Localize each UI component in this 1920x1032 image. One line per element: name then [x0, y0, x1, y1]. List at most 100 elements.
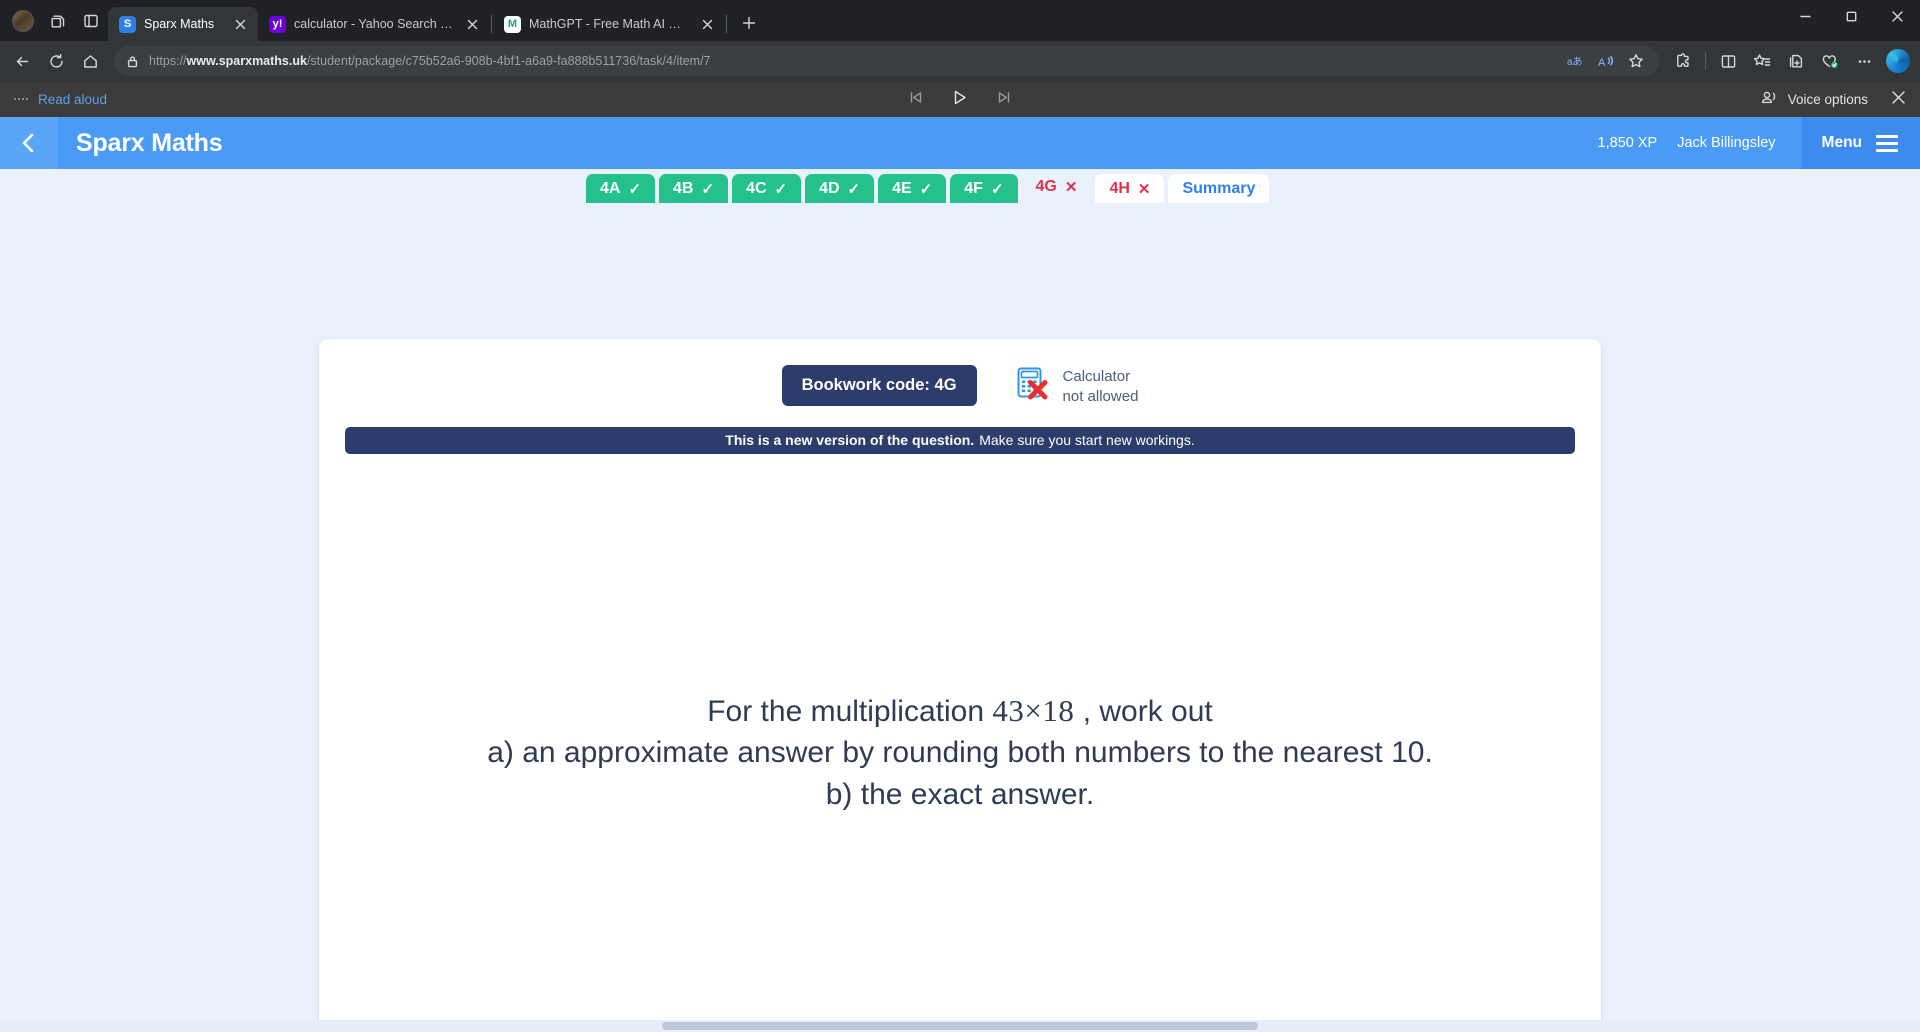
address-bar[interactable]: https://www.sparxmaths.uk/student/packag… — [114, 46, 1659, 76]
app-header: Sparx Maths 1,850 XP Jack Billingsley Me… — [0, 117, 1920, 169]
home-icon[interactable] — [74, 45, 106, 77]
close-icon[interactable] — [1874, 0, 1920, 32]
lock-icon — [127, 55, 138, 67]
close-icon[interactable] — [462, 14, 482, 34]
url-scheme: https:// — [149, 54, 187, 68]
page-title: Sparx Maths — [76, 128, 223, 157]
xp-counter: 1,850 XP — [1597, 135, 1658, 151]
check-icon: ✓ — [774, 180, 788, 198]
toolbar-separator — [1705, 52, 1706, 70]
cross-icon: ✕ — [1064, 178, 1078, 196]
calculator-line1: Calculator — [1062, 368, 1131, 385]
svg-text:A: A — [1598, 57, 1606, 69]
vertical-tabs-icon[interactable] — [74, 4, 108, 38]
settings-more-icon[interactable] — [1848, 45, 1880, 77]
refresh-icon[interactable] — [40, 45, 72, 77]
tab-4e[interactable]: 4E ✓ — [878, 174, 947, 203]
maximize-icon[interactable] — [1828, 0, 1874, 32]
media-controls — [908, 89, 1013, 109]
profile-avatar-button[interactable] — [6, 4, 40, 38]
next-track-icon[interactable] — [996, 90, 1013, 108]
sparx-icon: S — [119, 15, 136, 33]
tab-label: Summary — [1182, 179, 1256, 197]
check-icon: ✓ — [701, 180, 715, 198]
sparx-maths-app: Sparx Maths 1,850 XP Jack Billingsley Me… — [0, 117, 1920, 1032]
browser-tab[interactable]: S Sparx Maths — [108, 7, 258, 41]
check-icon: ✓ — [628, 180, 642, 198]
read-aloud-label: Read aloud — [38, 91, 108, 107]
collections-icon[interactable] — [1780, 45, 1812, 77]
scrollbar-thumb[interactable] — [662, 1022, 1258, 1030]
question-body: For the multiplication 43×18 , work out … — [319, 454, 1601, 1032]
tab-title: MathGPT - Free Math AI Solver | M — [529, 17, 689, 31]
question-line1-before: For the multiplication — [707, 694, 985, 728]
translate-icon[interactable]: aあ — [1563, 48, 1589, 74]
favorites-icon[interactable] — [1746, 45, 1778, 77]
back-arrow-icon[interactable] — [6, 45, 38, 77]
tab-actions-icon[interactable] — [40, 4, 74, 38]
tab-label: 4C — [746, 179, 767, 197]
calculator-status: Calculator not allowed — [1017, 365, 1139, 407]
tab-label: 4F — [964, 179, 983, 197]
close-icon[interactable] — [697, 14, 717, 34]
banner-bold-text: This is a new version of the question. — [725, 432, 975, 449]
tab-4g[interactable]: 4G ✕ — [1021, 170, 1092, 203]
question-card: Bookwork code: 4G Calculator not allowed… — [319, 339, 1601, 1032]
new-tab-button[interactable] — [734, 8, 764, 38]
avatar — [12, 10, 34, 32]
star-icon[interactable] — [1623, 48, 1649, 74]
tab-label: 4B — [673, 179, 694, 197]
tab-title: calculator - Yahoo Search Results — [294, 17, 454, 31]
drag-handle-icon[interactable] — [14, 98, 28, 100]
user-name[interactable]: Jack Billingsley — [1677, 135, 1775, 151]
minimize-icon[interactable] — [1782, 0, 1828, 32]
tab-label: 4H — [1109, 179, 1130, 197]
check-icon: ✓ — [847, 180, 861, 198]
browser-essentials-icon[interactable] — [1814, 45, 1846, 77]
url-path: /student/package/c75b52a6-908b-4bf1-a6a9… — [306, 54, 711, 68]
close-icon[interactable] — [230, 14, 250, 34]
window-controls — [1782, 0, 1920, 41]
close-icon[interactable] — [1891, 90, 1906, 108]
browser-tab[interactable]: y! calculator - Yahoo Search Results — [258, 7, 490, 41]
url-domain: www.sparxmaths.uk — [186, 54, 307, 68]
horizontal-scrollbar[interactable] — [0, 1020, 1920, 1032]
play-icon[interactable] — [951, 89, 970, 109]
previous-track-icon[interactable] — [908, 90, 925, 108]
copilot-icon[interactable] — [1882, 45, 1914, 77]
read-aloud-icon[interactable]: A — [1593, 48, 1619, 74]
banner-rest-text: Make sure you start new workings. — [979, 432, 1195, 449]
tab-4d[interactable]: 4D ✓ — [805, 174, 875, 203]
voice-icon[interactable] — [1760, 89, 1779, 109]
tab-4a[interactable]: 4A ✓ — [586, 174, 656, 203]
header-right: 1,850 XP Jack Billingsley Menu — [1598, 117, 1920, 169]
menu-button[interactable]: Menu — [1801, 117, 1920, 169]
read-aloud-bar: Read aloud Voice options — [0, 81, 1920, 117]
url-text: https://www.sparxmaths.uk/student/packag… — [149, 54, 1563, 68]
voice-options-label[interactable]: Voice options — [1788, 92, 1868, 107]
tab-4f[interactable]: 4F ✓ — [950, 174, 1018, 203]
question-text: For the multiplication 43×18 , work out … — [487, 690, 1433, 816]
tab-4h[interactable]: 4H ✕ — [1095, 174, 1165, 203]
calculator-not-allowed-icon — [1017, 367, 1048, 400]
bookwork-code-badge: Bookwork code: 4G — [781, 365, 977, 406]
svg-text:aあ: aあ — [1567, 56, 1583, 68]
calculator-text: Calculator not allowed — [1063, 367, 1139, 407]
read-aloud-actions: Voice options — [1760, 89, 1906, 109]
tab-summary[interactable]: Summary — [1168, 174, 1270, 203]
browser-tab[interactable]: M MathGPT - Free Math AI Solver | M — [493, 7, 725, 41]
back-button[interactable] — [0, 117, 58, 169]
question-tabs: 4A ✓ 4B ✓ 4C ✓ 4D ✓ 4E ✓ 4F ✓ 4G ✕ 4H ✕ … — [0, 169, 1920, 203]
new-version-banner: This is a new version of the question. M… — [345, 426, 1575, 454]
tab-strip: S Sparx Maths y! calculator - Yahoo Sear… — [0, 0, 1920, 41]
tab-label: 4G — [1035, 177, 1057, 195]
browser-window: S Sparx Maths y! calculator - Yahoo Sear… — [0, 0, 1920, 1032]
copilot-glyph — [1886, 49, 1910, 73]
navigation-toolbar: https://www.sparxmaths.uk/student/packag… — [0, 41, 1920, 81]
split-screen-icon[interactable] — [1712, 45, 1744, 77]
tab-4c[interactable]: 4C ✓ — [732, 174, 802, 203]
tab-4b[interactable]: 4B ✓ — [659, 174, 729, 203]
menu-label: Menu — [1821, 134, 1862, 151]
extensions-icon[interactable] — [1667, 45, 1699, 77]
question-line-1: For the multiplication 43×18 , work out — [487, 690, 1433, 733]
